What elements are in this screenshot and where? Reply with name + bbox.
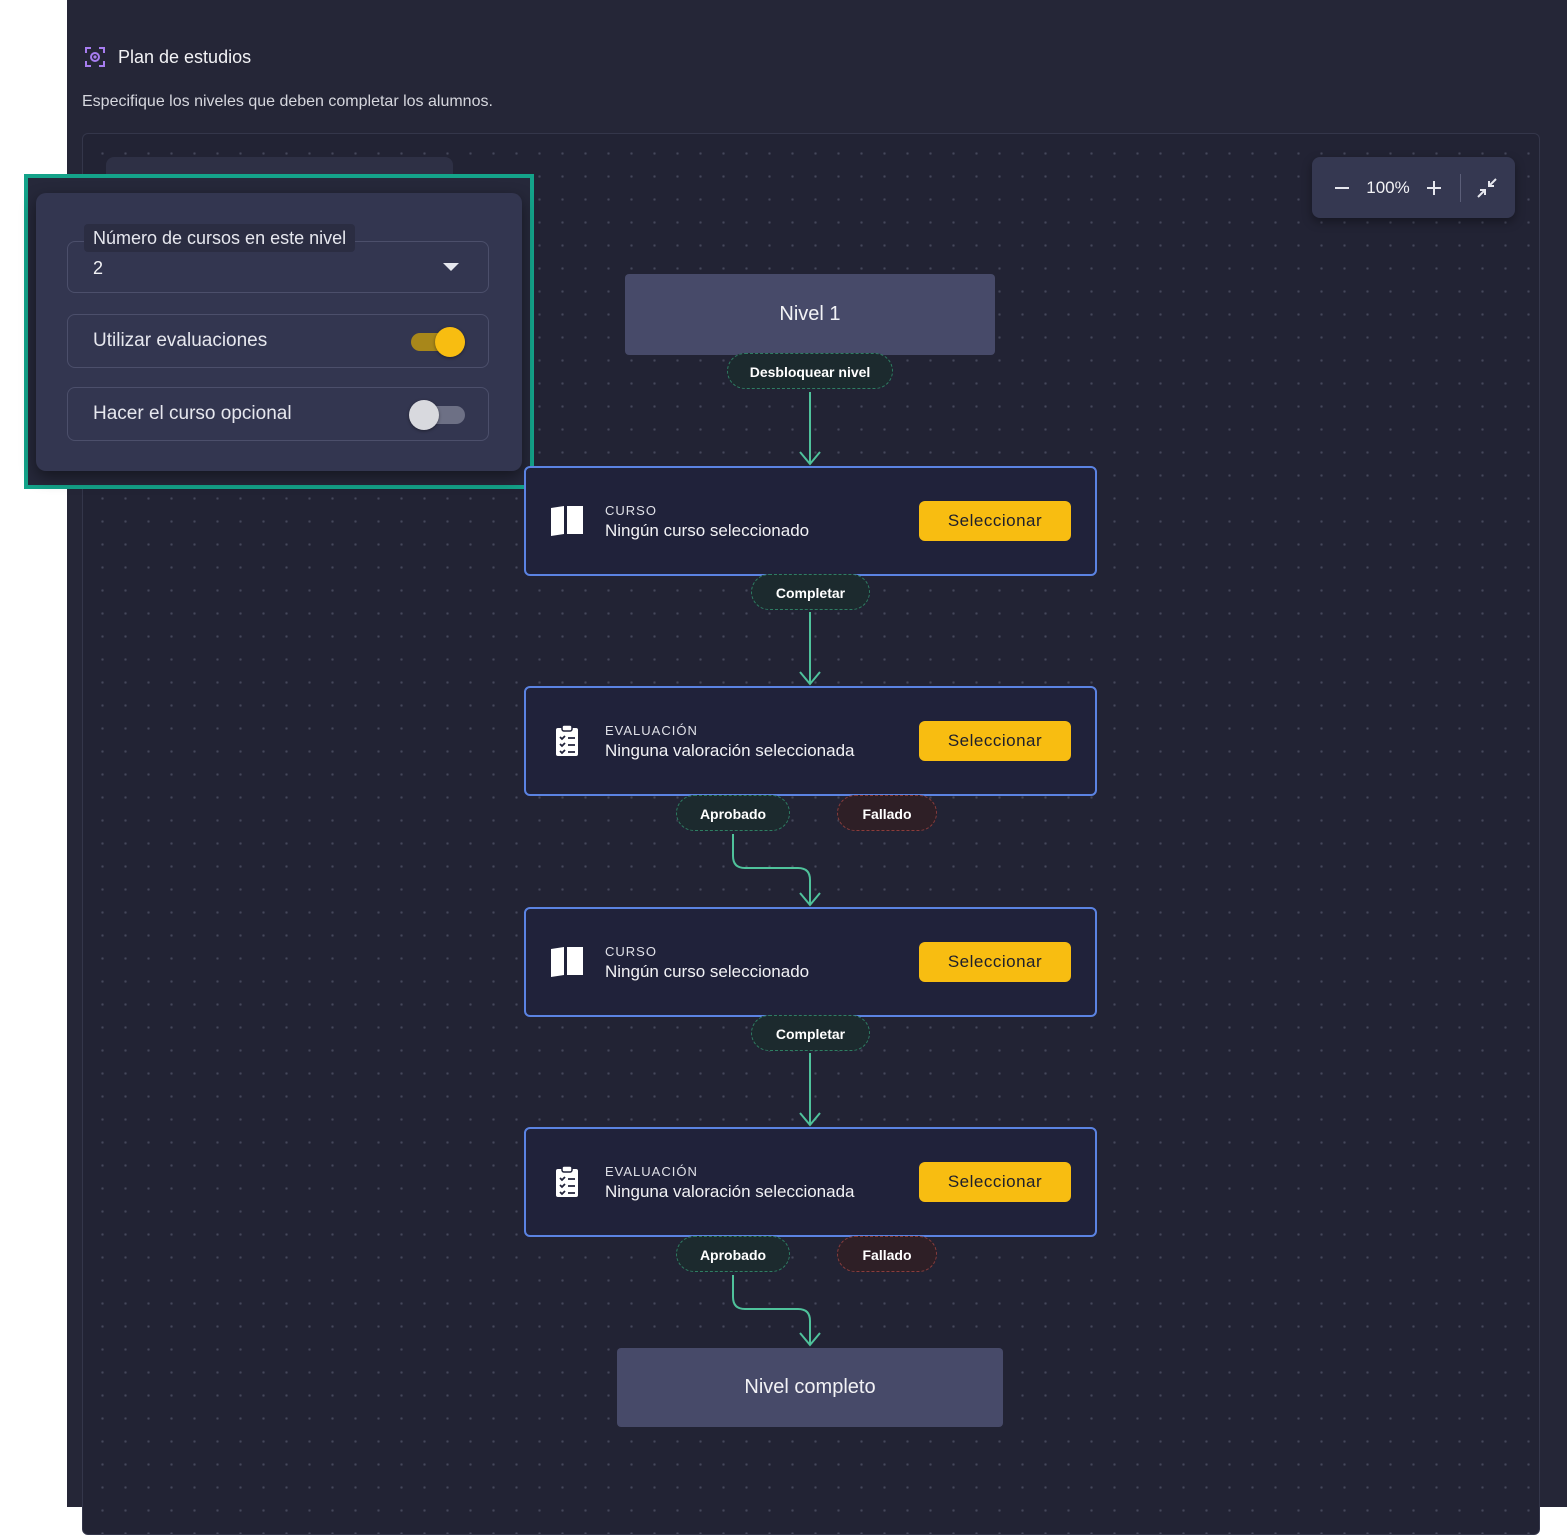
evaluation-node-1[interactable]: EVALUACIÓN Ninguna valoración selecciona… bbox=[524, 686, 1097, 796]
failed-pill: Fallado bbox=[837, 795, 937, 831]
level-complete-box[interactable]: Nivel completo bbox=[617, 1348, 1003, 1427]
evaluation-node-2[interactable]: EVALUACIÓN Ninguna valoración selecciona… bbox=[524, 1127, 1097, 1237]
complete-pill: Completar bbox=[751, 574, 870, 610]
passed-pill: Aprobado bbox=[676, 1236, 790, 1272]
select-evaluation-button[interactable]: Seleccionar bbox=[919, 1162, 1071, 1202]
book-icon bbox=[551, 947, 583, 977]
node-status-text: Ningún curso seleccionado bbox=[605, 521, 810, 540]
complete-pill: Completar bbox=[751, 1015, 870, 1051]
passed-pill: Aprobado bbox=[676, 795, 790, 831]
node-type-label: CURSO bbox=[605, 944, 657, 959]
clipboard-icon bbox=[556, 724, 578, 756]
node-type-label: EVALUACIÓN bbox=[605, 723, 698, 738]
unlock-level-pill: Desbloquear nivel bbox=[727, 353, 893, 389]
node-status-text: Ninguna valoración seleccionada bbox=[605, 1182, 855, 1201]
node-type-label: EVALUACIÓN bbox=[605, 1164, 698, 1179]
select-course-button[interactable]: Seleccionar bbox=[919, 501, 1071, 541]
course-node-2[interactable]: CURSO Ningún curso seleccionado Seleccio… bbox=[524, 907, 1097, 1017]
course-node-1[interactable]: CURSO Ningún curso seleccionado Seleccio… bbox=[524, 466, 1097, 576]
node-type-label: CURSO bbox=[605, 503, 657, 518]
clipboard-icon bbox=[556, 1165, 578, 1197]
select-course-button[interactable]: Seleccionar bbox=[919, 942, 1071, 982]
book-icon bbox=[551, 506, 583, 536]
connector-line bbox=[732, 834, 811, 905]
level-title-box[interactable]: Nivel 1 bbox=[625, 274, 995, 355]
select-evaluation-button[interactable]: Seleccionar bbox=[919, 721, 1071, 761]
connector-line bbox=[732, 1275, 811, 1345]
node-status-text: Ninguna valoración seleccionada bbox=[605, 741, 855, 760]
failed-pill: Fallado bbox=[837, 1236, 937, 1272]
node-status-text: Ningún curso seleccionado bbox=[605, 962, 810, 981]
